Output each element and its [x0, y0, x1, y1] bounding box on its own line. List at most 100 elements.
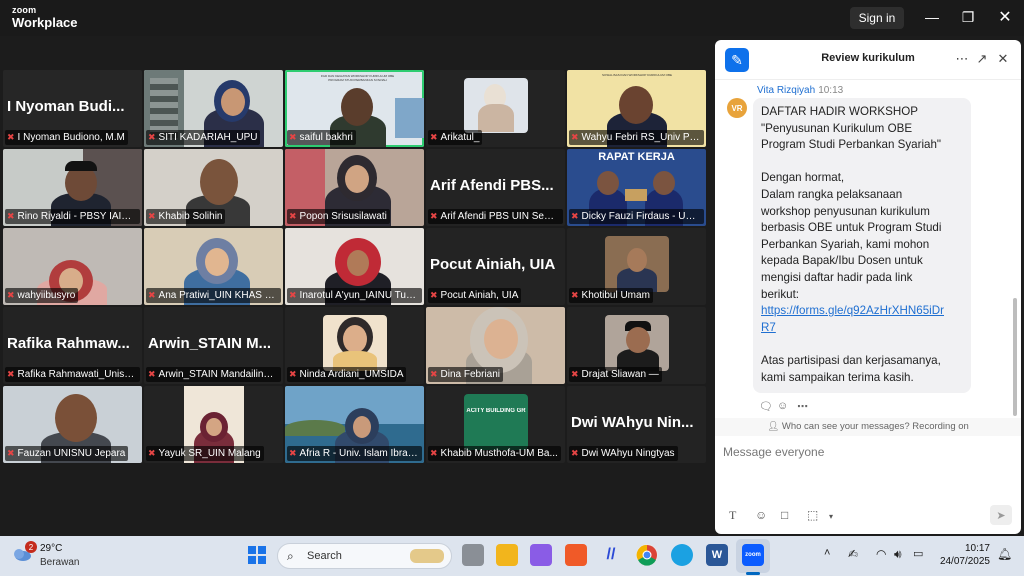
attendance-form-link[interactable]: https://forms.gle/q92AzHrXHN65iDr — [761, 303, 963, 320]
weather-condition[interactable]: Berawan — [40, 557, 79, 568]
minimize-icon[interactable]: — — [920, 6, 944, 28]
participant-tile[interactable]: Arwin_STAIN M... ✖ Arwin_STAIN Mandailing… — [144, 307, 283, 384]
participant-label: ✖ Arikatul_ — [428, 130, 483, 145]
participant-label: ✖ SITI KADARIAH_UPU — [146, 130, 261, 145]
notification-bell-icon[interactable]: 🔔︎ — [997, 547, 1012, 561]
weather-temp[interactable]: 29°C — [40, 543, 62, 554]
close-chat-icon[interactable]: ✕ — [994, 50, 1012, 68]
sign-in-button[interactable]: Sign in — [850, 7, 904, 29]
screenshot-icon[interactable]: ⬚ — [807, 508, 818, 522]
chevron-down-icon[interactable]: ▾ — [829, 512, 833, 521]
zoom-taskbar-icon[interactable]: zoom — [742, 544, 764, 566]
mic-muted-icon: ✖ — [430, 448, 438, 458]
participant-tile[interactable]: Pocut Ainiah, UIA ✖ Pocut Ainiah, UIA — [426, 228, 565, 305]
chat-message: DAFTAR HADIR WORKSHOP "Penyusunan Kuriku… — [753, 98, 971, 393]
participant-tile[interactable]: ✖ Rino Riyaldi - PBSY IAIN ... — [3, 149, 142, 226]
participant-tile[interactable]: ✖ Arikatul_ — [426, 70, 565, 147]
chevron-up-icon[interactable]: ˄ — [824, 547, 830, 559]
pop-out-icon[interactable]: ↗ — [973, 50, 991, 68]
participant-tile-active-speaker[interactable]: FGD DAN KEGIATAN WORKSHOP KURIKULUM OBE … — [285, 70, 424, 147]
participant-label: ✖ Rino Riyaldi - PBSY IAIN ... — [5, 209, 140, 224]
store-icon[interactable] — [565, 544, 587, 566]
participant-label: ✖ Dicky Fauzi Firdaus - UNI... — [569, 209, 704, 224]
participant-label: ✖ wahyiibusyro — [5, 288, 79, 303]
participant-tile[interactable]: RAPAT KERJA ✖ Dicky Fauzi Firdaus - UNI..… — [567, 149, 706, 226]
participant-tile[interactable]: I Nyoman Budi... ✖ I Nyoman Budiono, M.M — [3, 70, 142, 147]
mic-muted-icon: ✖ — [7, 369, 15, 379]
participant-label: ✖ Khabib Solihin — [146, 209, 226, 224]
slash-app-icon[interactable]: // — [600, 544, 622, 566]
participant-tile[interactable]: ✖ Yayuk SR_UIN Malang — [144, 386, 283, 463]
mic-muted-icon: ✖ — [430, 369, 438, 379]
mic-muted-icon: ✖ — [571, 132, 579, 142]
participant-tile[interactable]: ✖ Khabib Solihin — [144, 149, 283, 226]
message-line: mengisi daftar hadir pada link — [761, 270, 913, 284]
mic-muted-icon: ✖ — [7, 132, 15, 142]
chat-header: ✎ Review kurikulum ⋯ ↗ ✕ — [715, 40, 1021, 80]
chat-panel: ✎ Review kurikulum ⋯ ↗ ✕ Vita Rizqiyah 10… — [715, 40, 1021, 534]
taskbar-search[interactable]: ⌕ Search — [277, 543, 452, 569]
participant-tile[interactable]: ✖ Ninda Ardiani_UMSIDA — [285, 307, 424, 384]
attendance-form-link-cont[interactable]: R7 — [761, 320, 963, 337]
reply-icon[interactable]: 🗨︎ — [759, 400, 773, 413]
edge-icon[interactable] — [671, 544, 693, 566]
participant-tile[interactable]: Arif Afendi PBS... ✖ Arif Afendi PBS UIN … — [426, 149, 565, 226]
participant-tile[interactable]: Rafika Rahmaw... ✖ Rafika Rahmawati_Unism… — [3, 307, 142, 384]
participant-tile[interactable]: ✖ wahyiibusyro — [3, 228, 142, 305]
participant-tile[interactable]: ✖ Khotibul Umam — [567, 228, 706, 305]
mic-muted-icon: ✖ — [7, 448, 15, 458]
message-line: Perbankan Syariah, kami mohon — [761, 237, 930, 251]
more-options-icon[interactable]: ⋯ — [953, 50, 971, 68]
wifi-icon[interactable]: ◠ — [876, 547, 886, 561]
mic-muted-icon: ✖ — [571, 369, 579, 379]
message-input[interactable] — [723, 443, 1013, 461]
participant-tile[interactable]: ✖ Afria R - Univ. Islam Ibrah... — [285, 386, 424, 463]
task-view-icon[interactable] — [462, 544, 484, 566]
text-format-icon[interactable]: T — [729, 508, 736, 523]
participant-tile[interactable]: ✖ Ana Pratiwi_UIN KHAS Je... — [144, 228, 283, 305]
participant-tile[interactable]: ✖ Dina Febriani — [426, 307, 565, 384]
participant-label: ✖ Popon Srisusilawati — [287, 209, 390, 224]
chat-scrollbar[interactable] — [1013, 298, 1017, 416]
participant-tile[interactable]: ✖ Inarotul A'yun_IAINU Tub... — [285, 228, 424, 305]
participant-tile[interactable]: SOSIALISASI DAN WORKSHOP KURIKULUM OBE ✖… — [567, 70, 706, 147]
file-icon[interactable]: □ — [781, 508, 788, 522]
word-icon[interactable]: W — [706, 544, 728, 566]
message-line: berikut: — [761, 287, 800, 301]
volume-icon[interactable]: 🔊︎ — [894, 547, 902, 562]
system-clock[interactable]: 10:17 24/07/2025 — [930, 542, 990, 568]
participant-tile[interactable]: Dwi WAhyu Nin... ✖ Dwi WAhyu Ningtyas — [567, 386, 706, 463]
battery-icon[interactable]: ▭ — [913, 547, 923, 560]
participant-tile[interactable]: ✖ SITI KADARIAH_UPU — [144, 70, 283, 147]
message-line: Dengan hormat, — [761, 171, 845, 185]
message-line: Atas partisipasi dan kerjasamanya, — [761, 353, 941, 367]
emoji-icon[interactable]: ☺ — [755, 508, 767, 522]
file-explorer-icon[interactable] — [496, 544, 518, 566]
restore-icon[interactable]: ❐ — [956, 6, 980, 28]
participant-tile[interactable]: ✖ Drajat Sliawan — — [567, 307, 706, 384]
participant-display-name: Arwin_STAIN M... — [148, 335, 272, 352]
message-line: Dalam rangka pelaksanaan — [761, 187, 903, 201]
send-icon[interactable]: ➤ — [990, 505, 1012, 525]
message-sender: Vita Rizqiyah 10:13 — [757, 85, 844, 96]
close-window-icon[interactable]: ✕ — [993, 6, 1017, 28]
search-icon: ⌕ — [287, 549, 294, 563]
emoji-react-icon[interactable]: ☺ — [777, 400, 788, 412]
message-line: berbasis OBE untuk Program Studi — [761, 221, 942, 235]
windows-start-icon[interactable] — [248, 546, 266, 564]
participant-tile[interactable]: ✖ Fauzan UNISNU Jepara — [3, 386, 142, 463]
mic-muted-icon: ✖ — [148, 369, 156, 379]
mic-muted-icon: ✖ — [289, 132, 297, 142]
mic-muted-icon: ✖ — [289, 290, 297, 300]
chrome-icon[interactable] — [636, 544, 658, 566]
copilot-icon[interactable] — [530, 544, 552, 566]
mic-muted-icon: ✖ — [430, 290, 438, 300]
pen-icon[interactable]: ✍ — [848, 547, 858, 561]
message-more-icon[interactable]: ⋯ — [797, 400, 808, 413]
mic-muted-icon: ✖ — [430, 211, 438, 221]
participant-tile[interactable]: ACITY BUILDING GR ✖ Khabib Musthofa-UM Ba… — [426, 386, 565, 463]
mic-muted-icon: ✖ — [571, 290, 579, 300]
privacy-notice[interactable]: 👤︎ Who can see your messages? Recording … — [715, 418, 1021, 436]
participant-label: ✖ Khotibul Umam — [569, 288, 653, 303]
participant-tile[interactable]: ✖ Popon Srisusilawati — [285, 149, 424, 226]
